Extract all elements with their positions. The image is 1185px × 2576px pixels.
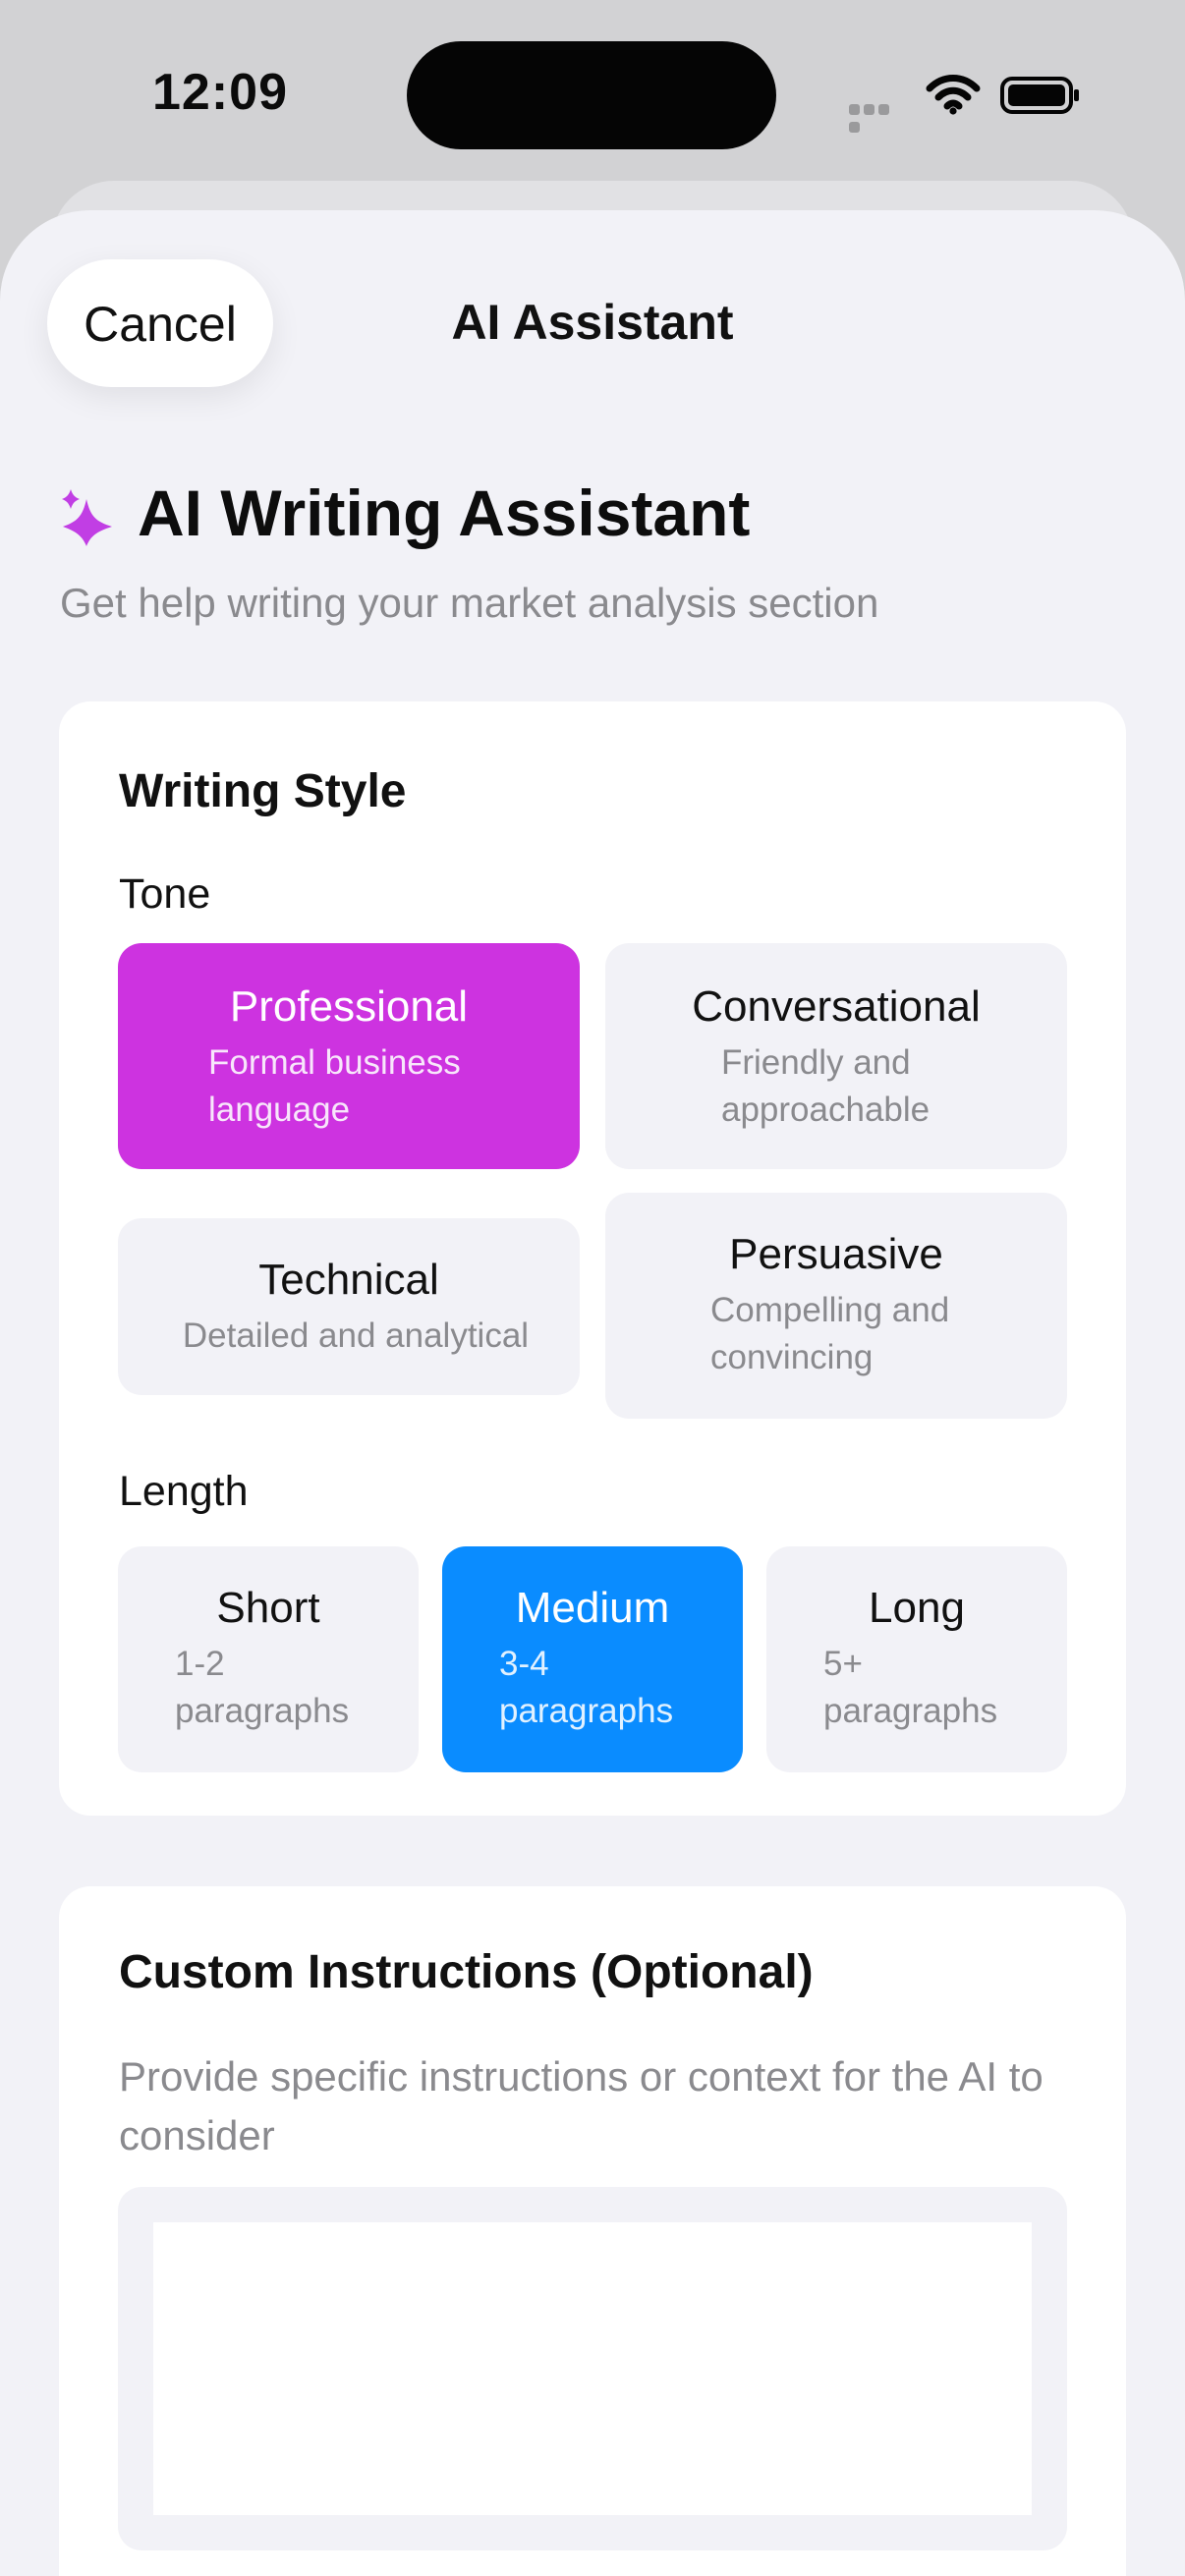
dynamic-island [407, 41, 776, 149]
writing-style-title: Writing Style [119, 765, 407, 817]
nav-title: AI Assistant [451, 295, 734, 350]
length-title: Medium [515, 1584, 670, 1632]
ai-assistant-sheet: Cancel AI Assistant AI Writing Assistant… [0, 210, 1185, 2576]
wifi-icon [926, 75, 981, 115]
length-description: 5+ paragraphs [823, 1645, 998, 1730]
tone-description: Compelling and convincing [710, 1291, 950, 1376]
tone-title: Persuasive [729, 1230, 943, 1278]
custom-instructions-title: Custom Instructions (Optional) [119, 1946, 814, 1998]
sparkles-icon [62, 489, 112, 546]
status-bar: 12:09 [0, 0, 1185, 187]
length-option-long[interactable]: Long 5+ paragraphs [766, 1546, 1067, 1772]
writing-style-card: Writing Style Tone Professional Formal b… [59, 701, 1126, 1816]
length-description: 3-4 paragraphs [499, 1645, 674, 1730]
tone-title: Conversational [692, 982, 981, 1031]
custom-instructions-card: Custom Instructions (Optional) Provide s… [59, 1886, 1126, 2576]
length-description: 1-2 paragraphs [175, 1645, 350, 1730]
tone-option-persuasive[interactable]: Persuasive Compelling and convincing [605, 1193, 1067, 1419]
tone-label: Tone [119, 870, 211, 918]
tone-description: Friendly and approachable [721, 1043, 931, 1129]
custom-instructions-field-wrapper [118, 2187, 1067, 2550]
custom-instructions-subtitle: Provide specific instructions or context… [119, 2053, 1044, 2158]
length-option-short[interactable]: Short 1-2 paragraphs [118, 1546, 419, 1772]
tone-option-conversational[interactable]: Conversational Friendly and approachable [605, 943, 1067, 1169]
length-option-medium[interactable]: Medium 3-4 paragraphs [442, 1546, 743, 1772]
tone-description: Formal business language [208, 1043, 461, 1129]
length-title: Long [869, 1584, 965, 1632]
custom-instructions-textarea[interactable] [153, 2222, 1032, 2515]
tone-option-technical[interactable]: Technical Detailed and analytical [118, 1218, 580, 1395]
tone-option-professional[interactable]: Professional Formal business language [118, 943, 580, 1169]
status-time: 12:09 [152, 64, 288, 121]
cellular-signal-icon [849, 102, 906, 133]
page-subtitle: Get help writing your market analysis se… [60, 580, 879, 626]
tone-title: Technical [258, 1256, 439, 1304]
tone-description: Detailed and analytical [182, 1316, 530, 1355]
battery-icon [1000, 77, 1079, 114]
tone-title: Professional [229, 982, 469, 1031]
page-title: AI Writing Assistant [138, 476, 751, 549]
length-title: Short [216, 1584, 320, 1632]
length-label: Length [119, 1468, 249, 1515]
